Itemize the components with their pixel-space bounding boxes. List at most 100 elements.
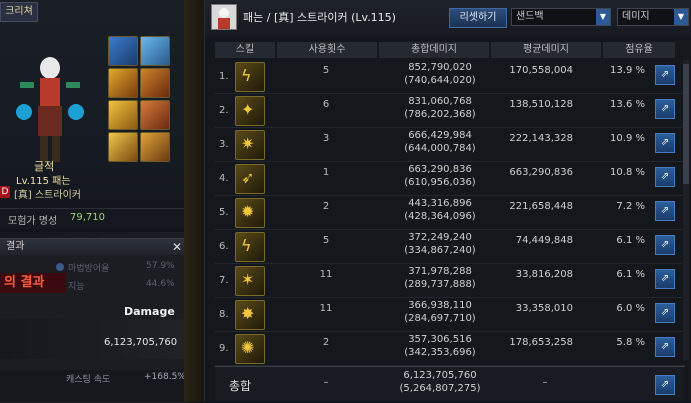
- skill-icon[interactable]: ✶: [235, 266, 265, 296]
- skill-icon[interactable]: ϟ: [235, 62, 265, 92]
- row-number: 2.: [219, 105, 229, 116]
- row-total-sub: (342,353,696): [404, 347, 476, 358]
- mode-select[interactable]: 데미지 ▼: [617, 8, 689, 26]
- row-share: 13.9 %: [610, 65, 645, 76]
- row-uses: 6: [322, 99, 330, 110]
- total-uses: –: [323, 377, 329, 388]
- skill-icon[interactable]: [140, 36, 170, 66]
- table-row: 2. ✦ 6 831,060,768 (786,202,368) 138,510,128 1…: [215, 94, 685, 128]
- skill-glyph-icon: ✶: [241, 270, 255, 289]
- row-share: 10.9 %: [610, 133, 645, 144]
- damage-label: Damage: [124, 305, 175, 318]
- result-window-title: 결과: [6, 241, 25, 252]
- skill-glyph-icon: ϟ: [241, 236, 252, 255]
- row-total-sub: (428,364,096): [404, 211, 476, 222]
- column-header-uses[interactable]: 사용횟수: [277, 42, 377, 58]
- skill-icon[interactable]: [108, 132, 138, 162]
- row-total-sub: (644,000,784): [404, 143, 476, 154]
- bottom-stat-strip: 캐스팅 속도 +168.5%: [0, 370, 188, 402]
- skill-icon[interactable]: ✹: [235, 198, 265, 228]
- row-average-damage: 33,358,010: [515, 303, 573, 314]
- row-share: 13.6 %: [610, 99, 645, 110]
- export-icon[interactable]: ⇗: [655, 235, 675, 255]
- skill-icon[interactable]: ✸: [235, 300, 265, 330]
- row-average-damage: 178,653,258: [509, 337, 573, 348]
- target-select[interactable]: 샌드백 ▼: [511, 8, 611, 26]
- row-average-damage: 138,510,128: [509, 99, 573, 110]
- skill-icon[interactable]: [108, 36, 138, 66]
- skill-icon[interactable]: ✦: [235, 96, 265, 126]
- result-heading: 의 결과: [0, 273, 66, 293]
- skill-glyph-icon: ✷: [241, 134, 255, 153]
- stats-title: 패는 / [真] 스트라이커 (Lv.115): [243, 11, 396, 24]
- row-average-damage: 170,558,004: [509, 65, 573, 76]
- table-row: 4. ➶ 1 663,290,836 (610,956,036) 663,290,836 1…: [215, 162, 685, 196]
- row-share: 6.1 %: [616, 269, 645, 280]
- panel-divider: [184, 0, 204, 402]
- table-row: 1. ϟ 5 852,790,020 (740,644,020) 170,558,004 1…: [215, 60, 685, 94]
- column-header-skill[interactable]: 스킬: [215, 42, 275, 58]
- column-header-average[interactable]: 평균데미지: [491, 42, 601, 58]
- export-icon[interactable]: ⇗: [655, 167, 675, 187]
- export-icon[interactable]: ⇗: [655, 375, 675, 395]
- row-average-damage: 74,449,848: [515, 235, 573, 246]
- total-label: 총합: [229, 379, 252, 393]
- skill-icon[interactable]: [140, 100, 170, 130]
- row-total-main: 443,316,896: [408, 198, 472, 209]
- character-panel: 크리쳐 글적 Lv.115 패는 D [真] 스트라이커 모험가 명성 79,7…: [0, 0, 189, 232]
- column-header-share[interactable]: 점유율: [603, 42, 675, 58]
- scrollbar[interactable]: [683, 60, 689, 360]
- row-total-main: 372,249,240: [408, 232, 472, 243]
- export-icon[interactable]: ⇗: [655, 337, 675, 357]
- row-share: 7.2 %: [616, 201, 645, 212]
- row-number: 6.: [219, 241, 229, 252]
- table-row: 3. ✷ 3 666,429,984 (644,000,784) 222,143,328 1…: [215, 128, 685, 162]
- skill-icon[interactable]: [108, 100, 138, 130]
- total-row: 총합 – 6,123,705,760 (5,264,807,275) – ⇗: [215, 366, 685, 401]
- faint-stat-value: 44.6%: [146, 279, 175, 289]
- export-icon[interactable]: ⇗: [655, 133, 675, 153]
- row-number: 9.: [219, 343, 229, 354]
- table-row: 5. ✹ 2 443,316,896 (428,364,096) 221,658,448 7…: [215, 196, 685, 230]
- export-icon[interactable]: ⇗: [655, 65, 675, 85]
- skill-glyph-icon: ✸: [241, 304, 255, 323]
- skill-icon[interactable]: [108, 68, 138, 98]
- column-header-total[interactable]: 총합데미지: [379, 42, 489, 58]
- row-uses: 5: [322, 65, 330, 76]
- fame-value: 79,710: [70, 212, 105, 223]
- chevron-down-icon: ▼: [596, 9, 610, 25]
- row-total-sub: (740,644,020): [404, 75, 476, 86]
- total-average: –: [542, 377, 548, 388]
- damage-stats-panel: 패는 / [真] 스트라이커 (Lv.115) 리셋하기 샌드백 ▼ 데미지 ▼…: [204, 0, 691, 402]
- row-uses: 11: [319, 269, 333, 280]
- skill-icon[interactable]: ✷: [235, 130, 265, 160]
- table-row: 8. ✸ 11 366,938,110 (284,697,710) 33,358,010 6…: [215, 298, 685, 332]
- skill-icon[interactable]: [140, 132, 170, 162]
- faint-stat-value: 57.9%: [146, 261, 175, 271]
- row-number: 8.: [219, 309, 229, 320]
- export-icon[interactable]: ⇗: [655, 269, 675, 289]
- row-number: 1.: [219, 71, 229, 82]
- skill-icon[interactable]: [140, 68, 170, 98]
- export-icon[interactable]: ⇗: [655, 99, 675, 119]
- export-icon[interactable]: ⇗: [655, 303, 675, 323]
- skill-icon[interactable]: ϟ: [235, 232, 265, 262]
- export-icon[interactable]: ⇗: [655, 201, 675, 221]
- result-window-header: 결과 ✕: [0, 239, 188, 255]
- row-average-damage: 222,143,328: [509, 133, 573, 144]
- skill-glyph-icon: ✹: [241, 202, 255, 221]
- close-icon[interactable]: ✕: [172, 239, 182, 255]
- tab-creature[interactable]: 크리쳐: [0, 2, 38, 22]
- character-class: [真] 스트라이커: [14, 190, 81, 201]
- row-average-damage: 663,290,836: [509, 167, 573, 178]
- row-total-main: 357,306,516: [408, 334, 472, 345]
- row-total-main: 371,978,288: [408, 266, 472, 277]
- row-share: 6.1 %: [616, 235, 645, 246]
- scrollbar-thumb[interactable]: [683, 64, 689, 184]
- skill-icon[interactable]: ➶: [235, 164, 265, 194]
- skill-icon[interactable]: ✺: [235, 334, 265, 364]
- reset-button[interactable]: 리셋하기: [449, 8, 507, 28]
- fame-bar: 모험가 명성 79,710: [0, 208, 188, 229]
- casting-speed-value: +168.5%: [144, 372, 186, 382]
- row-total-main: 663,290,836: [408, 164, 472, 175]
